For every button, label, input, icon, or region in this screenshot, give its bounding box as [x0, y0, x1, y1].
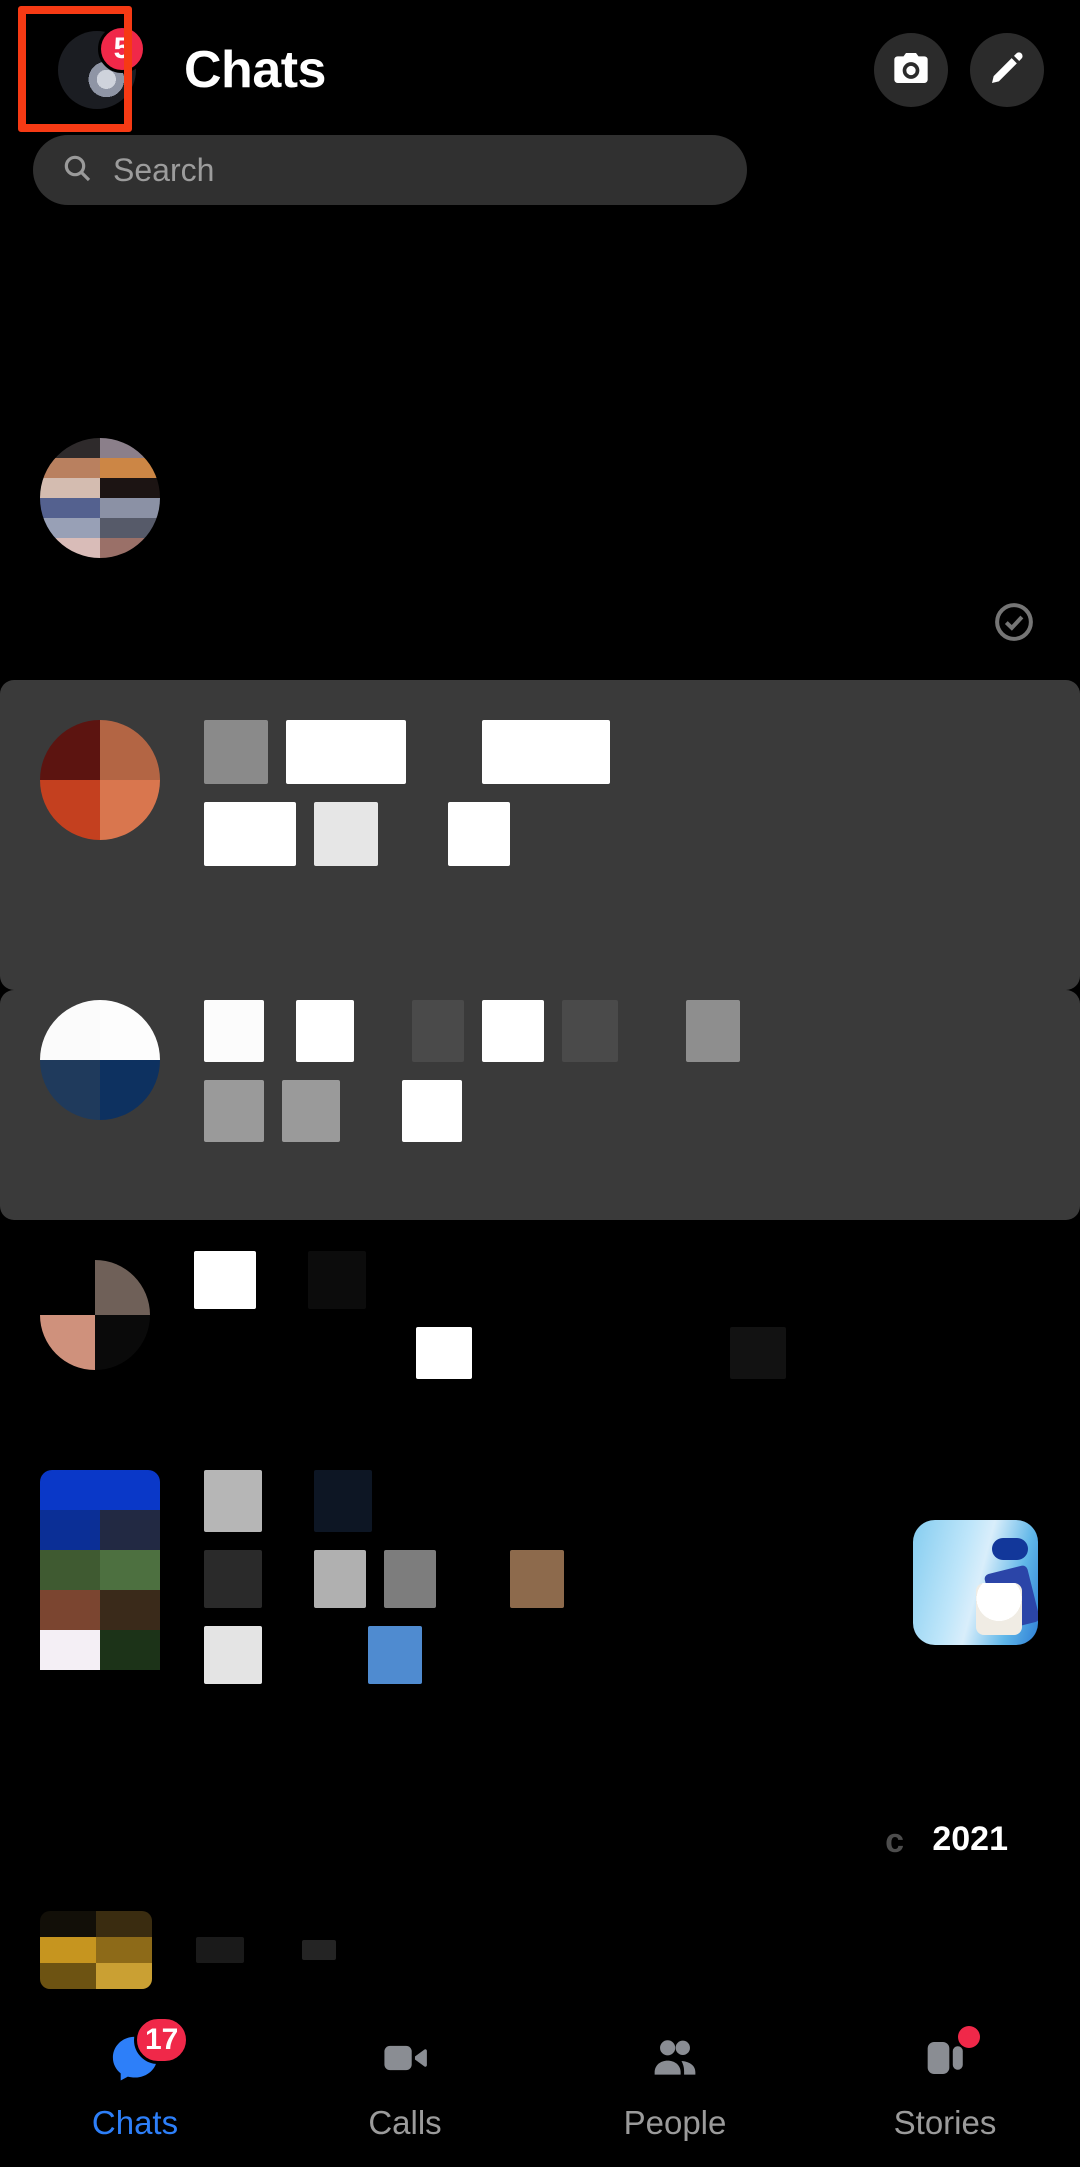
avatar: [40, 1470, 160, 1710]
chat-name-redacted: [204, 720, 610, 784]
video-camera-icon: [376, 2032, 434, 2089]
chat-name-redacted: [196, 1937, 336, 1963]
product-jar: [976, 1583, 1022, 1635]
app-header: 5 Chats: [0, 0, 1080, 140]
pencil-compose-icon: [987, 48, 1027, 93]
chat-text-block: [204, 720, 610, 866]
chat-name-redacted: [204, 1470, 564, 1532]
nav-tab-calls-label: Calls: [368, 2104, 442, 2141]
search-bar[interactable]: Search: [33, 135, 747, 205]
chats-unread-badge: 17: [134, 2016, 190, 2064]
chat-name-redacted: [204, 1000, 740, 1062]
messenger-chats-screen: 5 Chats Search c 2021 17 Chats Calls Peo…: [0, 0, 1080, 2167]
stories-icon-wrap: [914, 2026, 980, 2088]
nav-tab-chats[interactable]: 17 Chats: [0, 2016, 270, 2142]
chat-name-redacted: [194, 1251, 786, 1309]
chat-text-block: [204, 1470, 564, 1684]
chat-list-item[interactable]: [0, 398, 1080, 598]
chat-text-block: [194, 1251, 786, 1379]
people-icon: [646, 2032, 704, 2089]
chat-text-block: [204, 1000, 740, 1142]
page-title: Chats: [184, 41, 326, 99]
nav-tab-stories[interactable]: Stories: [810, 2026, 1080, 2142]
brand-logo-icon: [992, 1538, 1028, 1560]
chat-list-item-selected-secondary[interactable]: [0, 990, 1080, 1220]
stories-notification-dot: [958, 2026, 980, 2048]
search-input-placeholder[interactable]: Search: [113, 152, 214, 189]
avatar: [40, 1260, 150, 1370]
chat-list-item-selected[interactable]: [0, 680, 1080, 990]
profile-avatar-badge: 5: [98, 25, 146, 73]
chat-list-item[interactable]: [0, 1230, 1080, 1400]
year-prefix-redacted: c: [885, 1822, 904, 1860]
chat-preview-redacted: [194, 1327, 786, 1379]
bottom-navigation: 17 Chats Calls People Stories: [0, 2007, 1080, 2167]
avatar: [40, 1911, 152, 1989]
avatar: [40, 1000, 160, 1120]
people-icon-wrap: [644, 2032, 706, 2088]
message-status-check-icon: [992, 600, 1036, 649]
nav-tab-people[interactable]: People: [540, 2032, 810, 2142]
year-label: 2021: [932, 1820, 1008, 1858]
product-photo-thumbnail[interactable]: [913, 1520, 1038, 1645]
camera-icon: [891, 48, 931, 93]
compose-button[interactable]: [970, 33, 1044, 107]
nav-tab-calls[interactable]: Calls: [270, 2032, 540, 2142]
nav-tab-stories-label: Stories: [893, 2104, 997, 2141]
nav-tab-chats-label: Chats: [91, 2104, 179, 2141]
video-camera-icon-wrap: [374, 2032, 436, 2088]
chat-preview-redacted: [204, 1550, 564, 1608]
chat-list-item[interactable]: [0, 1890, 1080, 2010]
search-icon: [61, 152, 93, 189]
chat-bubble-icon-wrap: 17: [104, 2016, 190, 2088]
nav-tab-people-label: People: [623, 2104, 727, 2141]
avatar: [40, 720, 160, 840]
chat-preview-redacted-2: [204, 1626, 564, 1684]
chat-preview-redacted: [204, 802, 610, 866]
chat-text-block: [196, 1937, 336, 1963]
profile-avatar-button[interactable]: 5: [58, 25, 146, 109]
chat-preview-redacted: [204, 1080, 740, 1142]
avatar: [40, 438, 160, 558]
chat-list[interactable]: c 2021: [0, 230, 1080, 1989]
header-actions: [874, 33, 1044, 107]
camera-button[interactable]: [874, 33, 948, 107]
